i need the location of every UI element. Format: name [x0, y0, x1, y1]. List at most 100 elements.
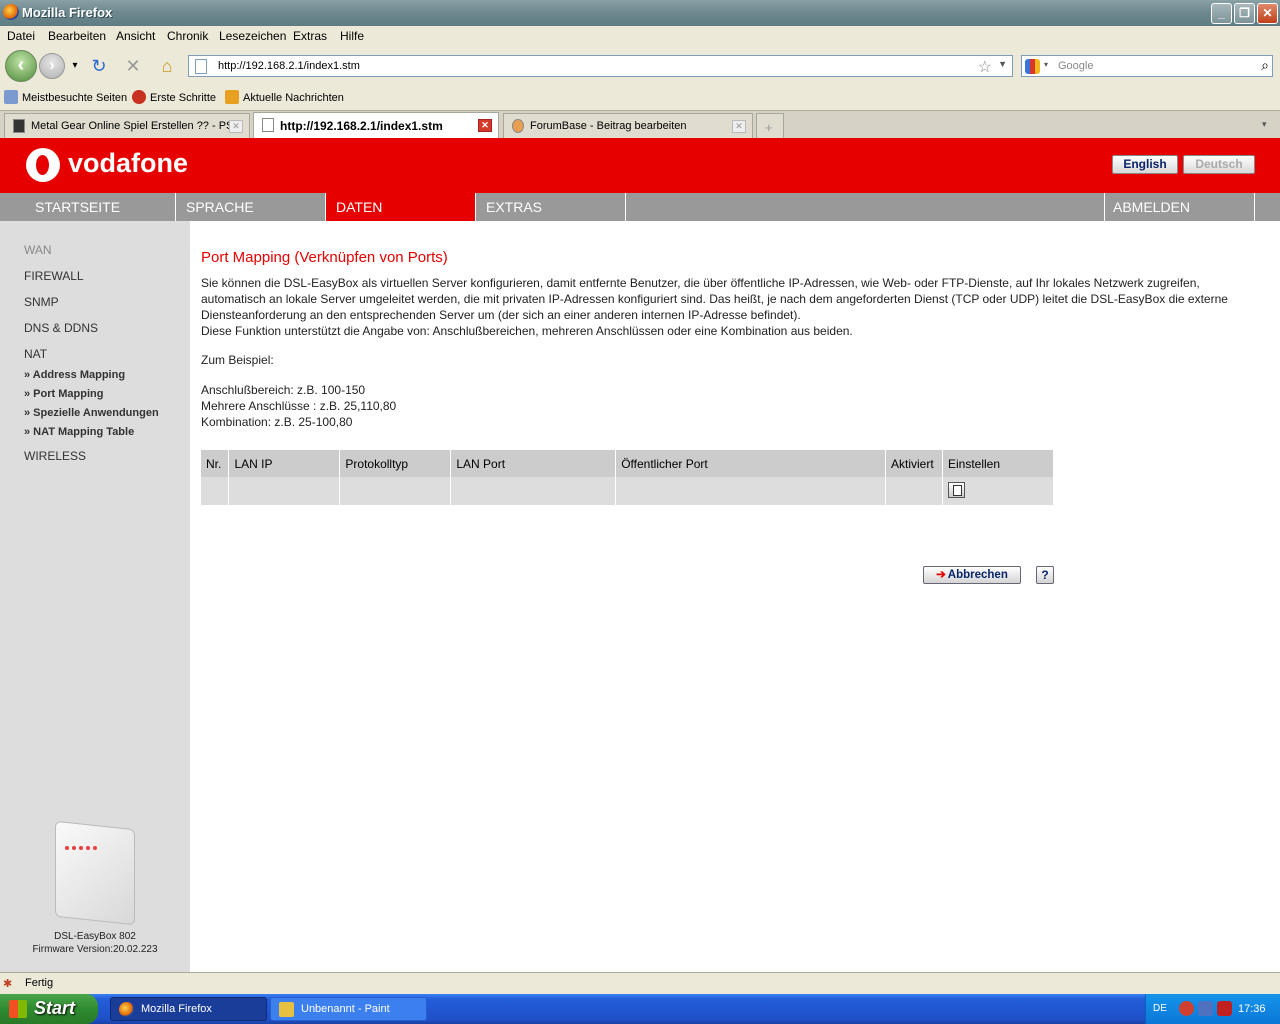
stop-icon[interactable]: ✕: [122, 55, 144, 77]
forward-button[interactable]: ›: [39, 53, 65, 79]
system-tray: DE 17:36: [1145, 994, 1280, 1024]
menu-ansicht[interactable]: Ansicht: [116, 29, 155, 43]
history-dropdown-icon[interactable]: ▾: [64, 55, 86, 77]
vodafone-speechmark-icon: [26, 148, 60, 182]
tab-close-icon[interactable]: ✕: [478, 119, 492, 132]
tab-metal-gear[interactable]: Metal Gear Online Spiel Erstellen ?? - P…: [4, 113, 250, 138]
close-button[interactable]: ✕: [1257, 3, 1278, 24]
example-combination: Kombination: z.B. 25-100,80: [201, 415, 353, 429]
status-bar: ✱ Fertig: [0, 972, 1280, 994]
url-bar[interactable]: http://192.168.2.1/index1.stm ☆ ▼: [188, 55, 1013, 77]
nav-abmelden[interactable]: ABMELDEN: [1104, 193, 1255, 221]
google-icon[interactable]: [1025, 59, 1040, 74]
url-dropdown-icon[interactable]: ▼: [998, 59, 1007, 69]
paint-icon: [279, 1002, 294, 1017]
cancel-button[interactable]: ➔ Abbrechen: [923, 566, 1021, 584]
search-engine-dropdown-icon[interactable]: ▾: [1044, 60, 1048, 69]
deutsch-button[interactable]: Deutsch: [1183, 155, 1255, 174]
col-oeffentlicher-port: Öffentlicher Port: [615, 450, 887, 477]
col-protokolltyp: Protokolltyp: [339, 450, 452, 477]
bookmark-meistbesuchte[interactable]: Meistbesuchte Seiten: [4, 90, 127, 104]
sidebar-item-dns-ddns[interactable]: DNS & DDNS: [24, 321, 98, 335]
menu-extras[interactable]: Extras: [293, 29, 327, 43]
tab-close-icon[interactable]: ✕: [732, 120, 746, 133]
status-icon: ✱: [3, 978, 13, 990]
web-content: vodafone English Deutsch STARTSEITE SPRA…: [0, 138, 1280, 972]
reload-icon[interactable]: ↻: [88, 55, 110, 77]
clock: 17:36: [1238, 1003, 1266, 1015]
menu-bar: Datei Bearbeiten Ansicht Chronik Lesezei…: [0, 26, 1280, 46]
col-einstellen: Einstellen: [942, 450, 1054, 477]
tray-collapse-icon[interactable]: [1179, 1001, 1194, 1016]
bookmark-folder-icon: [4, 90, 18, 104]
menu-lesezeichen[interactable]: Lesezeichen: [219, 29, 286, 43]
menu-chronik[interactable]: Chronik: [167, 29, 208, 43]
firefox-bookmark-icon: [132, 90, 146, 104]
search-icon[interactable]: ⌕: [1261, 57, 1269, 74]
device-name: DSL-EasyBox 802: [54, 931, 136, 942]
sidebar-item-wireless[interactable]: WIRELESS: [24, 449, 86, 463]
nav-daten[interactable]: DATEN: [326, 193, 476, 221]
col-lan-ip: LAN IP: [228, 450, 341, 477]
tab-list-icon[interactable]: ▾: [1262, 119, 1267, 130]
tab-favicon: [13, 119, 25, 133]
col-nr: Nr.: [201, 450, 230, 477]
bookmark-star-icon[interactable]: ☆: [978, 57, 992, 77]
menu-bearbeiten[interactable]: Bearbeiten: [48, 29, 106, 43]
network-icon[interactable]: [1198, 1001, 1213, 1016]
maximize-button[interactable]: ❐: [1234, 3, 1255, 24]
description-support-text: Diese Funktion unterstützt die Angabe vo…: [201, 324, 853, 338]
back-button[interactable]: ‹: [5, 50, 37, 82]
main-panel: Port Mapping (Verknüpfen von Ports) Sie …: [190, 221, 1280, 972]
firmware-version: Firmware Version:20.02.223: [32, 944, 158, 955]
tab-favicon: [262, 118, 274, 132]
english-button[interactable]: English: [1112, 155, 1178, 174]
new-tab-button[interactable]: +: [756, 113, 784, 138]
home-icon[interactable]: ⌂: [156, 55, 178, 77]
description-text: Sie können die DSL-EasyBox als virtuelle…: [201, 276, 1228, 322]
tab-favicon: [512, 119, 524, 133]
search-input[interactable]: Google: [1058, 60, 1093, 72]
status-text: Fertig: [25, 977, 54, 989]
sidebar-sub-port-mapping[interactable]: » Port Mapping: [24, 388, 103, 400]
sidebar-sub-spezielle-anwendungen[interactable]: » Spezielle Anwendungen: [24, 407, 159, 419]
rss-feed-icon: [225, 90, 239, 104]
sidebar-item-firewall[interactable]: FIREWALL: [24, 269, 84, 283]
firefox-icon: [119, 1002, 134, 1017]
taskbar-paint[interactable]: Unbenannt - Paint: [270, 997, 427, 1021]
url-text[interactable]: http://192.168.2.1/index1.stm: [218, 60, 360, 72]
arrow-right-icon: ➔: [936, 569, 946, 581]
bookmark-aktuelle-nachrichten[interactable]: Aktuelle Nachrichten: [225, 90, 344, 104]
sidebar-item-wan[interactable]: WAN: [24, 243, 52, 257]
menu-datei[interactable]: Datei: [7, 29, 35, 43]
tab-router[interactable]: http://192.168.2.1/index1.stm ✕: [253, 112, 499, 139]
help-button[interactable]: ?: [1036, 566, 1054, 584]
start-button[interactable]: Start: [0, 994, 98, 1024]
windows-logo-icon: [9, 1000, 27, 1018]
nav-startseite[interactable]: STARTSEITE: [0, 193, 176, 221]
tab-close-icon[interactable]: ✕: [229, 120, 243, 133]
minimize-button[interactable]: _: [1211, 3, 1232, 24]
sidebar-item-snmp[interactable]: SNMP: [24, 295, 59, 309]
example-multiple: Mehrere Anschlüsse : z.B. 25,110,80: [201, 399, 397, 413]
col-aktiviert: Aktiviert: [885, 450, 943, 477]
taskbar-firefox[interactable]: Mozilla Firefox: [110, 997, 267, 1021]
tab-forumbase[interactable]: ForumBase - Beitrag bearbeiten ✕: [503, 113, 753, 138]
language-indicator[interactable]: DE: [1153, 1003, 1167, 1014]
sidebar-sub-address-mapping[interactable]: » Address Mapping: [24, 369, 125, 381]
port-mapping-table: Nr. LAN IP Protokolltyp LAN Port Öffentl…: [201, 450, 1054, 505]
add-entry-icon[interactable]: [948, 481, 965, 498]
tab-bar: Metal Gear Online Spiel Erstellen ?? - P…: [0, 110, 1280, 139]
nav-extras[interactable]: EXTRAS: [476, 193, 626, 221]
example-range: Anschlußbereich: z.B. 100-150: [201, 383, 366, 397]
router-image: [55, 820, 137, 926]
sidebar-item-nat[interactable]: NAT: [24, 347, 47, 361]
sidebar-sub-nat-mapping-table[interactable]: » NAT Mapping Table: [24, 426, 134, 438]
bookmark-erste-schritte[interactable]: Erste Schritte: [132, 90, 216, 104]
page-icon: [195, 59, 207, 74]
menu-hilfe[interactable]: Hilfe: [340, 29, 364, 43]
search-bar[interactable]: ▾ Google ⌕: [1021, 55, 1273, 77]
nav-sprache[interactable]: SPRACHE: [176, 193, 326, 221]
window-title: Mozilla Firefox: [22, 5, 113, 20]
antivirus-icon[interactable]: [1217, 1001, 1232, 1016]
